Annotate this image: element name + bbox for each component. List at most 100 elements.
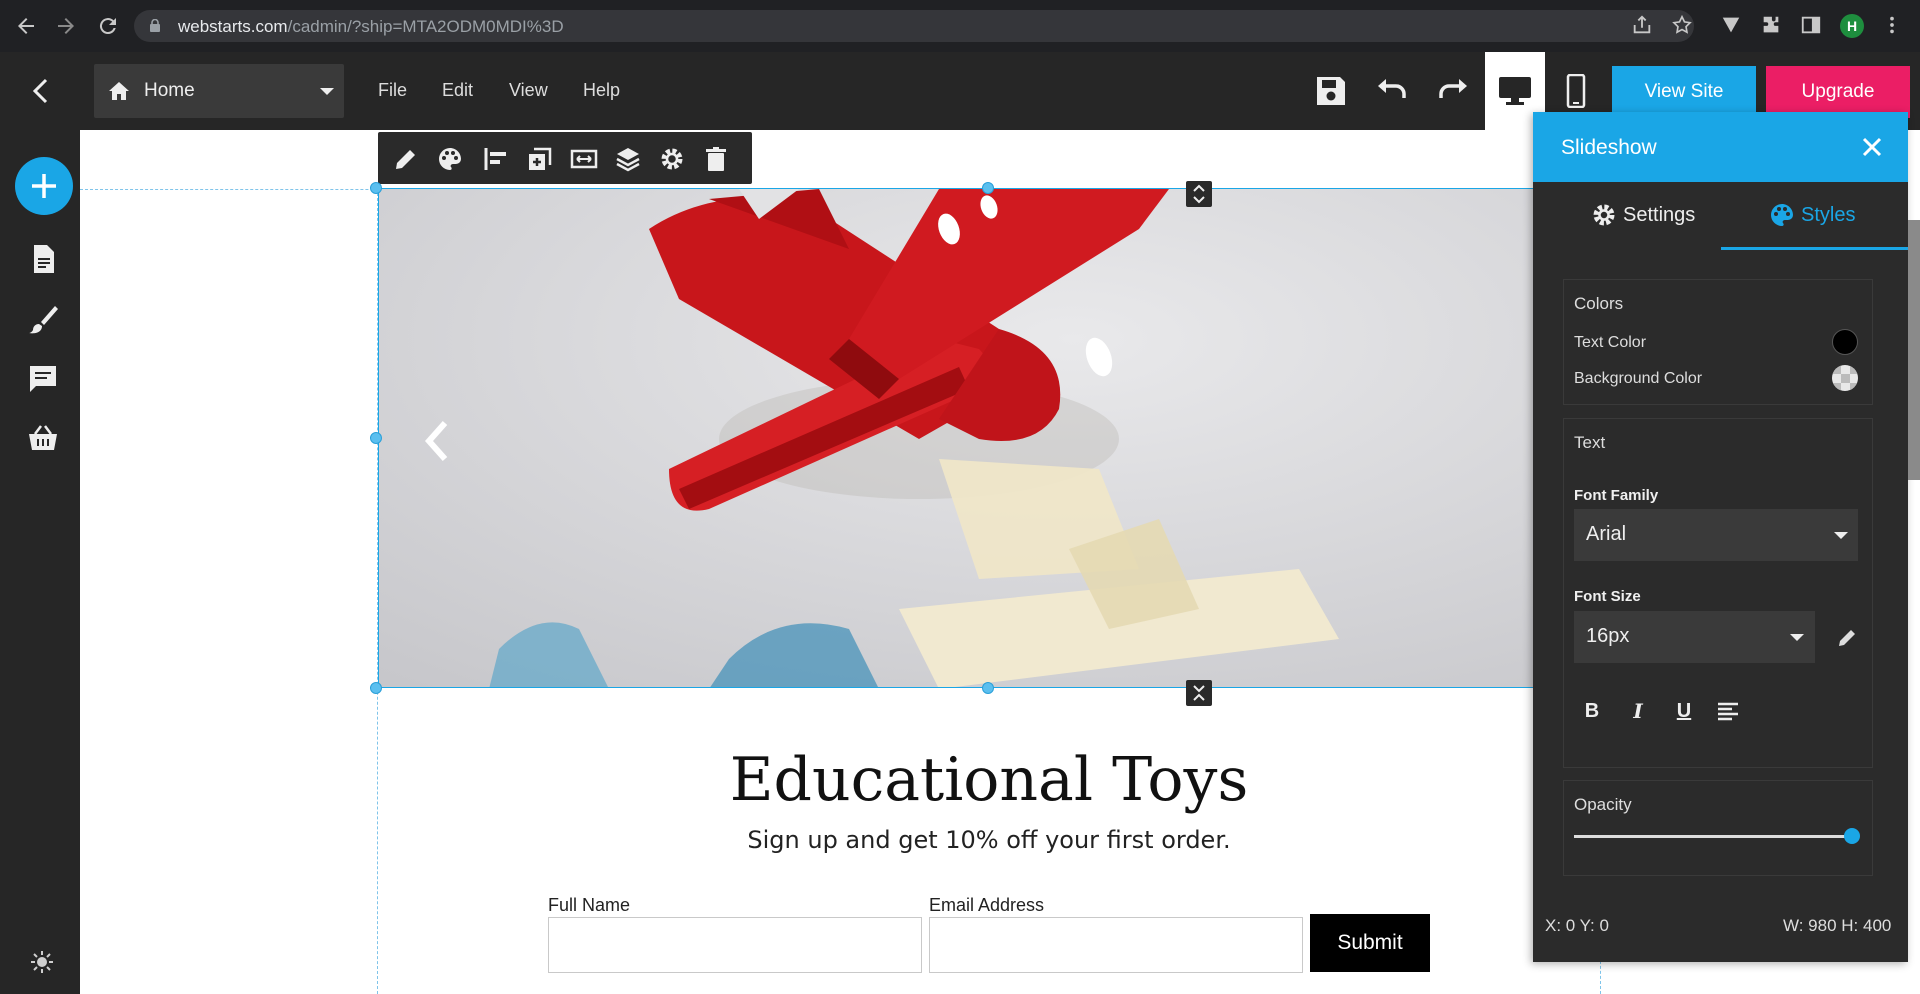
panel-header[interactable]: Slideshow	[1533, 112, 1908, 182]
resize-handle[interactable]	[370, 682, 382, 694]
theme-toggle-icon[interactable]	[30, 950, 54, 974]
browser-toolbar: webstarts.com/cadmin/?ship=MTA2ODM0MDI%3…	[0, 0, 1920, 52]
store-basket-icon[interactable]	[26, 422, 60, 456]
redo-icon[interactable]	[1436, 74, 1470, 108]
share-icon[interactable]	[1630, 14, 1654, 38]
background-color-swatch[interactable]	[1832, 365, 1858, 391]
italic-icon[interactable]: I	[1624, 697, 1652, 725]
font-family-select[interactable]: Arial	[1574, 509, 1858, 561]
font-size-label: Font Size	[1574, 588, 1641, 605]
vertical-resize-icon[interactable]	[1186, 680, 1212, 706]
back-arrow-icon[interactable]	[26, 76, 56, 106]
delete-trash-icon[interactable]	[702, 145, 730, 173]
full-name-label: Full Name	[548, 895, 631, 915]
comments-icon[interactable]	[26, 362, 60, 396]
plus-icon	[32, 174, 56, 198]
design-brush-icon[interactable]	[26, 302, 60, 336]
tab-styles-label: Styles	[1801, 204, 1856, 226]
opacity-slider-knob[interactable]	[1844, 828, 1860, 844]
font-family-value: Arial	[1586, 523, 1627, 545]
chevron-down-icon	[320, 88, 334, 95]
font-size-value: 16px	[1586, 625, 1630, 647]
text-color-label: Text Color	[1574, 334, 1647, 351]
page-heading[interactable]: Educational Toys	[378, 745, 1600, 815]
extensions-puzzle-icon[interactable]	[1759, 14, 1783, 38]
mobile-icon	[1566, 74, 1586, 108]
extension-v-icon[interactable]	[1719, 14, 1743, 38]
browser-menu-icon[interactable]	[1880, 14, 1904, 38]
address-bar[interactable]: webstarts.com/cadmin/?ship=MTA2ODM0MDI%3…	[134, 10, 1694, 42]
colors-section: Colors Text Color Background Color	[1563, 279, 1873, 405]
resize-handle[interactable]	[982, 682, 994, 694]
menu-edit[interactable]: Edit	[442, 80, 473, 101]
undo-icon[interactable]	[1375, 74, 1409, 108]
tab-settings[interactable]: Settings	[1533, 182, 1720, 250]
position-readout: X: 0 Y: 0	[1545, 916, 1609, 935]
desktop-icon	[1499, 77, 1531, 105]
panel-body: Colors Text Color Background Color Text …	[1533, 252, 1908, 876]
size-readout: W: 980 H: 400	[1783, 916, 1892, 935]
view-site-button[interactable]: View Site	[1612, 66, 1756, 118]
slideshow-element[interactable]	[378, 188, 1534, 688]
tab-settings-label: Settings	[1623, 204, 1696, 226]
url-text: webstarts.com/cadmin/?ship=MTA2ODM0MDI%3…	[178, 17, 564, 36]
close-icon[interactable]	[1859, 134, 1885, 160]
chevron-down-icon	[1834, 532, 1848, 539]
menu-help[interactable]: Help	[583, 80, 620, 101]
text-align-icon[interactable]	[1716, 701, 1740, 723]
side-panel-icon[interactable]	[1799, 14, 1823, 38]
slide-prev-arrow-icon[interactable]	[419, 417, 455, 465]
browser-forward-icon[interactable]	[54, 14, 78, 38]
full-name-input[interactable]	[548, 917, 922, 973]
profile-avatar[interactable]: H	[1840, 14, 1864, 38]
element-settings-gear-icon[interactable]	[658, 145, 686, 173]
resize-handle[interactable]	[982, 182, 994, 194]
save-icon[interactable]	[1314, 74, 1348, 108]
bold-icon[interactable]: B	[1578, 697, 1606, 725]
browser-reload-icon[interactable]	[96, 14, 120, 38]
custom-size-pencil-icon[interactable]	[1836, 627, 1858, 649]
menu-view[interactable]: View	[509, 80, 548, 101]
email-address-label: Email Address	[929, 895, 1045, 915]
underline-icon[interactable]: U	[1670, 697, 1698, 725]
submit-button[interactable]: Submit	[1310, 914, 1430, 972]
home-icon	[109, 82, 129, 100]
menu-file[interactable]: File	[378, 80, 407, 101]
lock-icon	[150, 19, 160, 32]
email-address-input[interactable]	[929, 917, 1303, 973]
page-subheading[interactable]: Sign up and get 10% off your first order…	[378, 826, 1600, 854]
tab-styles[interactable]: Styles	[1721, 182, 1908, 250]
bookmark-star-icon[interactable]	[1670, 14, 1694, 38]
gear-icon	[1593, 204, 1615, 226]
palette-icon	[1771, 204, 1793, 226]
opacity-slider-track[interactable]	[1574, 835, 1852, 838]
text-color-swatch[interactable]	[1832, 329, 1858, 355]
add-element-button[interactable]	[15, 157, 73, 215]
palette-icon[interactable]	[436, 145, 464, 173]
edit-pencil-icon[interactable]	[392, 145, 420, 173]
align-left-icon[interactable]	[482, 145, 510, 173]
text-section-title: Text	[1574, 433, 1606, 452]
page-select-dropdown[interactable]: Home	[94, 64, 344, 118]
resize-handle[interactable]	[370, 432, 382, 444]
left-sidebar	[0, 130, 80, 994]
layers-icon[interactable]	[614, 145, 642, 173]
duplicate-icon[interactable]	[526, 145, 554, 173]
panel-title: Slideshow	[1561, 136, 1657, 159]
upgrade-button[interactable]: Upgrade	[1766, 66, 1910, 118]
resize-handle[interactable]	[370, 182, 382, 194]
full-width-icon[interactable]	[570, 145, 598, 173]
pages-icon[interactable]	[26, 242, 60, 276]
chevron-down-icon	[1790, 634, 1804, 641]
text-section: Text Font Family Arial Font Size 16px B …	[1563, 418, 1873, 768]
slideshow-properties-panel: Slideshow Settings Styles Colors Text Co…	[1533, 112, 1908, 962]
browser-back-icon[interactable]	[14, 14, 38, 38]
font-family-label: Font Family	[1574, 487, 1659, 504]
font-size-select[interactable]: 16px	[1574, 611, 1815, 663]
colors-section-title: Colors	[1574, 294, 1624, 313]
page-select-label: Home	[144, 80, 195, 101]
panel-scrollbar[interactable]	[1908, 220, 1920, 480]
vertical-resize-icon[interactable]	[1186, 181, 1212, 207]
slide-image	[379, 189, 1533, 687]
element-toolbar	[378, 132, 752, 184]
